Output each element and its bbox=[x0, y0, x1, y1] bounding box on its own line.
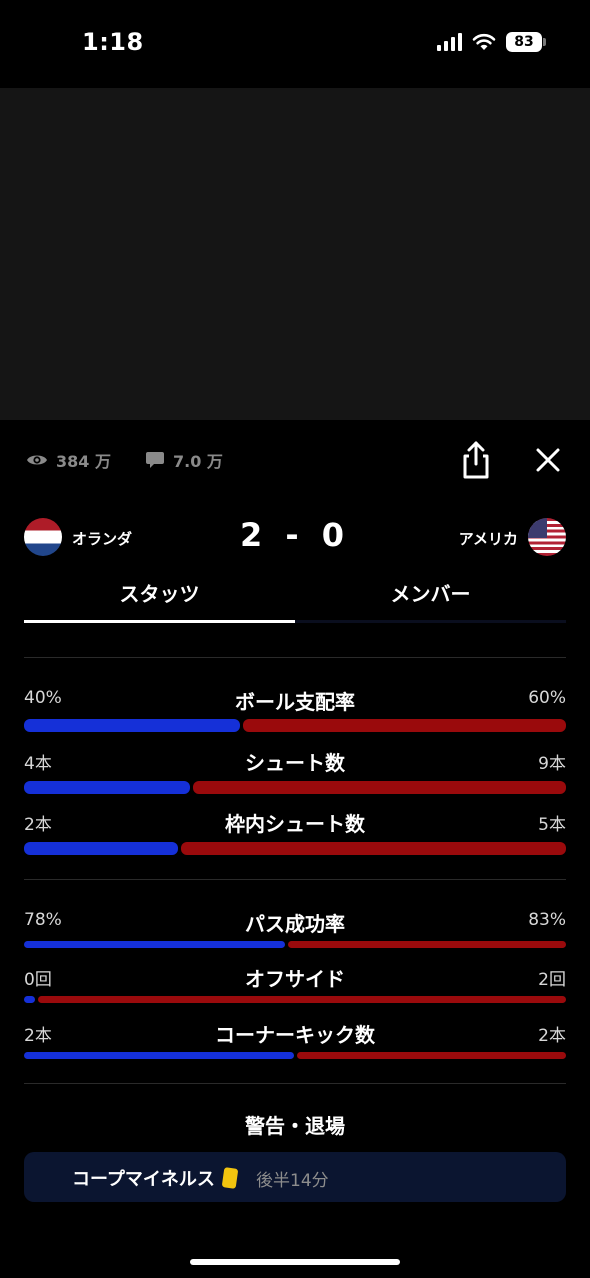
stat-away-value: 5本 bbox=[538, 815, 566, 835]
home-bar bbox=[24, 781, 190, 794]
stat-offsides: 0回 オフサイド 2回 bbox=[24, 965, 566, 1021]
tab-stats[interactable]: スタッツ bbox=[24, 578, 295, 607]
stat-possession: 40% ボール支配率 60% bbox=[24, 688, 566, 744]
card-player-name: コープマイネルス bbox=[72, 1169, 215, 1190]
eye-icon bbox=[27, 455, 47, 465]
away-bar bbox=[193, 781, 566, 794]
home-bar bbox=[24, 996, 35, 1003]
stat-bar bbox=[24, 781, 566, 794]
home-bar bbox=[24, 1052, 294, 1059]
stat-label: ボール支配率 bbox=[235, 690, 355, 714]
active-tab-indicator bbox=[24, 620, 295, 623]
home-bar bbox=[24, 719, 240, 732]
comment-icon bbox=[146, 452, 164, 468]
comment-count: 7.0 万 bbox=[145, 448, 223, 472]
stat-label: コーナーキック数 bbox=[215, 1023, 375, 1047]
divider bbox=[24, 1083, 566, 1084]
stat-label: オフサイド bbox=[245, 967, 345, 991]
stat-label: シュート数 bbox=[245, 751, 345, 775]
stat-away-value: 9本 bbox=[538, 754, 566, 774]
stat-away-value: 83% bbox=[528, 910, 566, 930]
home-bar bbox=[24, 842, 178, 855]
status-time: 1:18 bbox=[82, 28, 144, 56]
stat-away-value: 2本 bbox=[538, 1026, 566, 1046]
stat-label: 枠内シュート数 bbox=[225, 812, 365, 836]
away-bar bbox=[297, 1052, 566, 1059]
home-bar bbox=[24, 941, 285, 948]
away-bar bbox=[243, 719, 566, 732]
home-indicator[interactable] bbox=[190, 1259, 400, 1265]
divider bbox=[24, 879, 566, 880]
card-time: 後半14分 bbox=[256, 1171, 329, 1191]
usa-flag-icon bbox=[528, 518, 566, 556]
card-event-row: コープマイネルス 後半14分 bbox=[24, 1152, 566, 1202]
status-bar: 1:18 83 bbox=[0, 0, 590, 88]
meta-row: 384 万 7.0 万 bbox=[0, 430, 590, 490]
view-count: 384 万 bbox=[26, 448, 111, 472]
away-bar bbox=[288, 941, 566, 948]
match-score-row: オランダ 2 - 0 アメリカ bbox=[0, 510, 590, 566]
away-bar bbox=[181, 842, 566, 855]
stat-bar bbox=[24, 842, 566, 855]
share-icon[interactable] bbox=[458, 440, 494, 480]
tab-track bbox=[295, 620, 566, 623]
away-bar bbox=[38, 996, 566, 1003]
view-count-value: 384 万 bbox=[56, 452, 111, 471]
stat-bar bbox=[24, 719, 566, 732]
stat-pass-accuracy: 78% パス成功率 83% bbox=[24, 910, 566, 966]
stat-bar bbox=[24, 1052, 566, 1059]
cellular-signal-icon bbox=[437, 33, 462, 51]
away-team-name: アメリカ bbox=[458, 530, 518, 548]
battery-icon: 83 bbox=[506, 32, 546, 52]
close-icon[interactable] bbox=[530, 442, 566, 478]
wifi-icon bbox=[472, 33, 496, 50]
stat-shots: 4本 シュート数 9本 bbox=[24, 749, 566, 805]
stat-away-value: 2回 bbox=[538, 970, 566, 990]
cards-section-title: 警告・退場 bbox=[245, 1114, 345, 1138]
stat-bar bbox=[24, 941, 566, 948]
divider bbox=[24, 657, 566, 658]
stat-label: パス成功率 bbox=[245, 912, 345, 936]
video-player-area[interactable] bbox=[0, 88, 590, 420]
stat-corner-kicks: 2本 コーナーキック数 2本 bbox=[24, 1021, 566, 1077]
yellow-card-icon bbox=[221, 1167, 239, 1189]
status-icons: 83 bbox=[437, 32, 546, 52]
stat-bar bbox=[24, 996, 566, 1003]
tab-members[interactable]: メンバー bbox=[295, 578, 566, 607]
stat-away-value: 60% bbox=[528, 688, 566, 708]
stat-shots-on-target: 2本 枠内シュート数 5本 bbox=[24, 810, 566, 866]
tab-bar: スタッツ メンバー bbox=[24, 570, 566, 626]
comment-count-value: 7.0 万 bbox=[173, 452, 223, 471]
